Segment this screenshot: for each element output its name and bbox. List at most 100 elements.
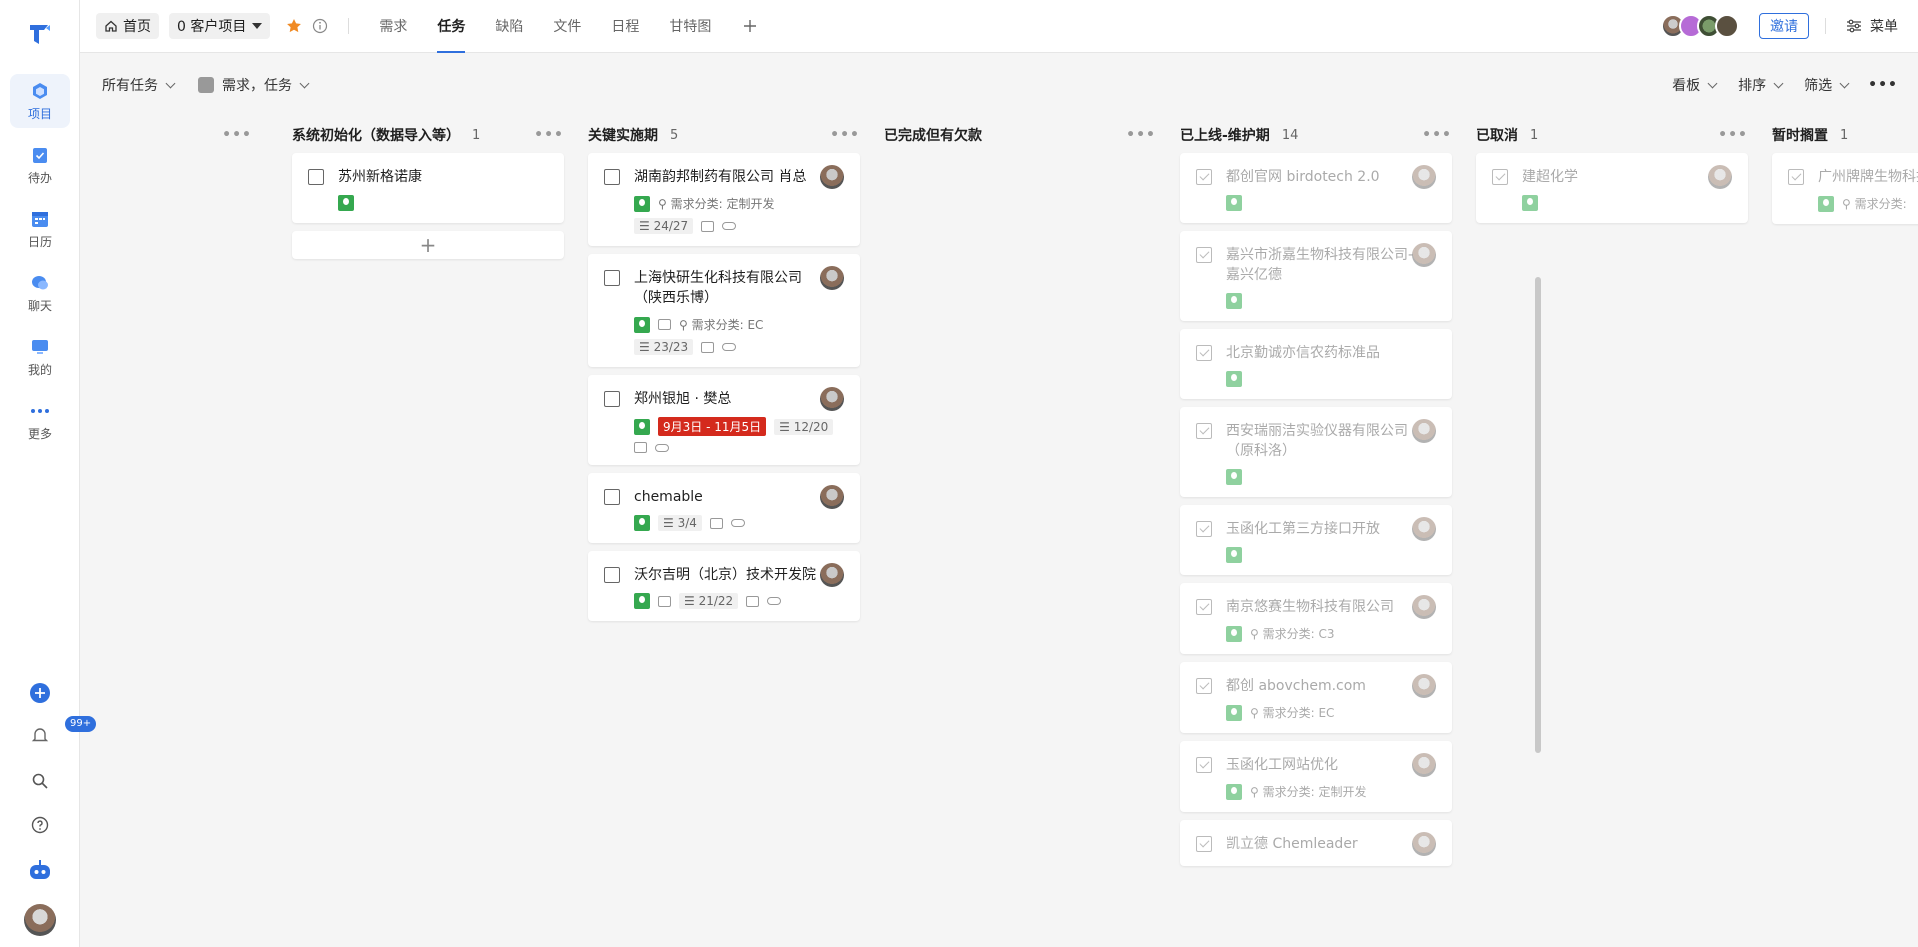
- task-checkbox[interactable]: [604, 567, 620, 583]
- task-card[interactable]: 郑州银旭 · 樊总 9月3日 - 11月5日 ☰ 12/20: [588, 375, 860, 465]
- task-card[interactable]: 苏州新格诺康: [292, 153, 564, 223]
- sidebar-item-calendar[interactable]: 日历: [10, 202, 70, 256]
- assignee-avatar[interactable]: [820, 485, 844, 509]
- task-card[interactable]: 玉函化工第三方接口开放: [1180, 505, 1452, 575]
- task-checkbox[interactable]: [1196, 521, 1212, 537]
- task-checkbox[interactable]: [1196, 169, 1212, 185]
- column-scrollbar[interactable]: [1535, 277, 1541, 753]
- add-tab-icon[interactable]: [743, 19, 757, 33]
- star-icon[interactable]: [286, 18, 302, 34]
- assignee-avatar[interactable]: [1708, 165, 1732, 189]
- task-checkbox[interactable]: [604, 270, 620, 286]
- column-menu-icon[interactable]: •••: [222, 127, 252, 143]
- notifications-button[interactable]: 99+: [0, 716, 97, 748]
- filter-label: 筛选: [1804, 78, 1833, 94]
- add-card-button[interactable]: +: [292, 231, 564, 259]
- due-date-badge[interactable]: 9月3日 - 11月5日: [658, 417, 767, 436]
- tab-defects[interactable]: 缺陷: [495, 0, 523, 53]
- requirement-bulb-icon: [1226, 469, 1242, 485]
- assignee-avatar[interactable]: [1412, 419, 1436, 443]
- tab-files[interactable]: 文件: [553, 0, 581, 53]
- app-logo-icon[interactable]: [26, 20, 54, 48]
- assistant-bot-button[interactable]: [0, 858, 80, 882]
- project-selector[interactable]: 0 客户项目: [169, 13, 271, 39]
- column-menu-icon[interactable]: •••: [534, 127, 564, 143]
- assignee-avatar[interactable]: [1412, 753, 1436, 777]
- task-card[interactable]: 都创 abovchem.com ⚲ 需求分类: EC: [1180, 662, 1452, 733]
- task-card[interactable]: 都创官网 birdotech 2.0: [1180, 153, 1452, 223]
- assignee-avatar[interactable]: [1412, 243, 1436, 267]
- comment-icon: [709, 517, 723, 529]
- task-checkbox[interactable]: [1196, 757, 1212, 773]
- task-card[interactable]: 建超化学: [1476, 153, 1748, 223]
- menu-button[interactable]: 菜单: [1846, 16, 1898, 36]
- sidebar-item-me[interactable]: 我的: [10, 330, 70, 384]
- assignee-avatar[interactable]: [1412, 517, 1436, 541]
- task-card[interactable]: 湖南韵邦制药有限公司 肖总 ⚲ 需求分类: 定制开发 ☰ 24/27: [588, 153, 860, 246]
- tab-gantt[interactable]: 甘特图: [669, 0, 711, 53]
- assignee-avatar[interactable]: [1412, 165, 1436, 189]
- tab-schedule[interactable]: 日程: [611, 0, 639, 53]
- task-card[interactable]: 广州牌牌生物科技 ⚲ 需求分类:: [1772, 153, 1918, 224]
- task-checkbox[interactable]: [308, 169, 324, 185]
- user-avatar[interactable]: [0, 904, 80, 936]
- column-menu-icon[interactable]: •••: [1718, 127, 1748, 143]
- task-checkbox[interactable]: [1196, 678, 1212, 694]
- task-checkbox[interactable]: [1196, 345, 1212, 361]
- task-checkbox[interactable]: [604, 489, 620, 505]
- sidebar-item-chat[interactable]: 聊天: [10, 266, 70, 320]
- sidebar-item-project[interactable]: 项目: [10, 74, 70, 128]
- info-icon[interactable]: [312, 18, 328, 34]
- filter-dropdown[interactable]: 筛选: [1804, 75, 1850, 95]
- task-card[interactable]: 上海快研生化科技有限公司（陕西乐博） ⚲ 需求分类: EC ☰ 23/23: [588, 254, 860, 367]
- task-checkbox[interactable]: [1788, 169, 1804, 185]
- task-card[interactable]: 凯立德 Chemleader: [1180, 820, 1452, 866]
- type-filter-dropdown[interactable]: 需求，任务: [198, 75, 310, 95]
- column-menu-icon[interactable]: •••: [1126, 127, 1156, 143]
- assignee-avatar[interactable]: [820, 266, 844, 290]
- task-scope-dropdown[interactable]: 所有任务: [102, 75, 176, 95]
- search-button[interactable]: [0, 770, 80, 792]
- requirement-bulb-icon: [634, 593, 650, 609]
- home-button[interactable]: 首页: [96, 13, 159, 39]
- task-card[interactable]: chemable ☰ 3/4: [588, 473, 860, 543]
- sidebar-item-more[interactable]: 更多: [10, 394, 70, 448]
- assignee-avatar[interactable]: [1412, 674, 1436, 698]
- task-checkbox[interactable]: [604, 391, 620, 407]
- help-button[interactable]: [0, 814, 80, 836]
- column-menu-icon[interactable]: •••: [830, 127, 860, 143]
- more-options-icon[interactable]: •••: [1868, 77, 1898, 93]
- sidebar-item-todo[interactable]: 待办: [10, 138, 70, 192]
- task-card[interactable]: 北京勤诚亦信农药标准品: [1180, 329, 1452, 399]
- assignee-avatar[interactable]: [1412, 832, 1436, 856]
- task-card[interactable]: 南京悠赛生物科技有限公司 ⚲ 需求分类: C3: [1180, 583, 1452, 654]
- search-icon: [32, 773, 48, 789]
- task-card[interactable]: 嘉兴市浙嘉生物科技有限公司-嘉兴亿德: [1180, 231, 1452, 321]
- task-checkbox[interactable]: [1196, 247, 1212, 263]
- view-dropdown[interactable]: 看板: [1672, 75, 1718, 95]
- task-checkbox[interactable]: [1492, 169, 1508, 185]
- column-menu-icon[interactable]: •••: [1422, 127, 1452, 143]
- tab-requirements[interactable]: 需求: [379, 0, 407, 53]
- create-button[interactable]: [0, 682, 80, 704]
- task-card[interactable]: 沃尔吉明（北京）技术开发院 ☰ 21/22: [588, 551, 860, 621]
- column-header: 已完成但有欠款 •••: [884, 117, 1156, 153]
- task-checkbox[interactable]: [1196, 599, 1212, 615]
- task-checkbox[interactable]: [1196, 423, 1212, 439]
- task-checkbox[interactable]: [604, 169, 620, 185]
- comment-icon: [634, 442, 647, 453]
- column-count: 1: [472, 127, 481, 143]
- assignee-avatar[interactable]: [820, 563, 844, 587]
- sort-dropdown[interactable]: 排序: [1738, 75, 1784, 95]
- assignee-avatar[interactable]: [820, 165, 844, 189]
- task-card[interactable]: 玉函化工网站优化 ⚲ 需求分类: 定制开发: [1180, 741, 1452, 812]
- tab-tasks[interactable]: 任务: [437, 0, 466, 53]
- task-checkbox[interactable]: [1196, 836, 1212, 852]
- invite-button[interactable]: 邀请: [1759, 13, 1809, 39]
- assignee-avatar[interactable]: [1412, 595, 1436, 619]
- assignee-avatar[interactable]: [820, 387, 844, 411]
- type-icon: [198, 77, 214, 93]
- task-card[interactable]: 西安瑞丽洁实验仪器有限公司（原科洛）: [1180, 407, 1452, 497]
- member-avatars[interactable]: [1661, 14, 1739, 38]
- requirement-bulb-icon: [634, 316, 650, 333]
